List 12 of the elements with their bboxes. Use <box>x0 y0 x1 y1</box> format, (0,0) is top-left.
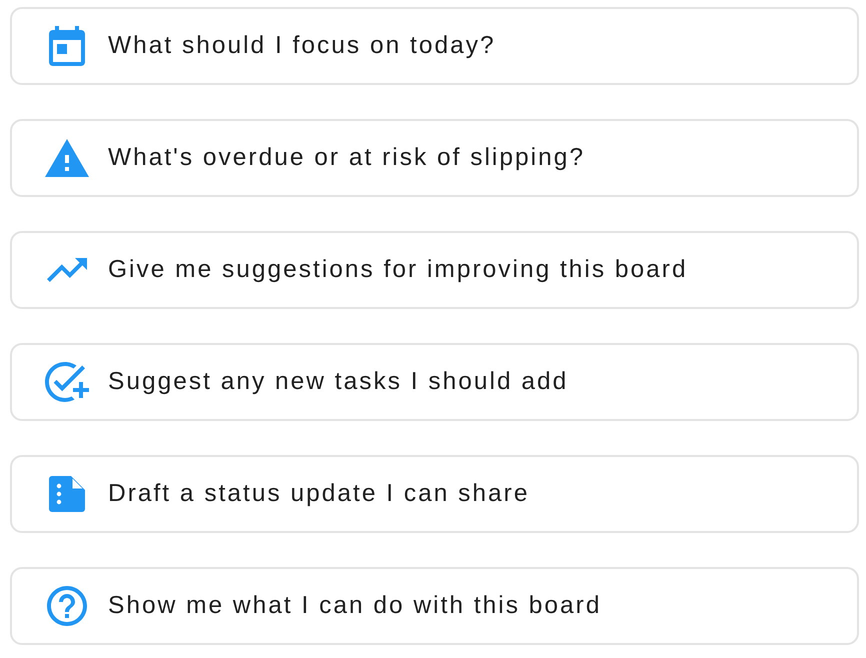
trending-up-icon <box>47 258 87 282</box>
add-task-icon <box>45 362 89 402</box>
calendar-icon <box>49 26 85 66</box>
suggestion-button[interactable]: What should I focus on today? <box>10 7 859 85</box>
document-icon <box>49 476 85 512</box>
suggestion-button[interactable]: Show me what I can do with this board <box>10 567 859 645</box>
suggestion-button[interactable]: What's overdue or at risk of slipping? <box>10 119 859 197</box>
help-icon <box>47 586 87 626</box>
suggestion-button[interactable]: Suggest any new tasks I should add <box>10 343 859 421</box>
suggestion-button[interactable]: Give me suggestions for improving this board <box>10 231 859 309</box>
warning-icon <box>45 139 89 177</box>
suggestion-button[interactable]: Draft a status update I can share <box>10 455 859 533</box>
